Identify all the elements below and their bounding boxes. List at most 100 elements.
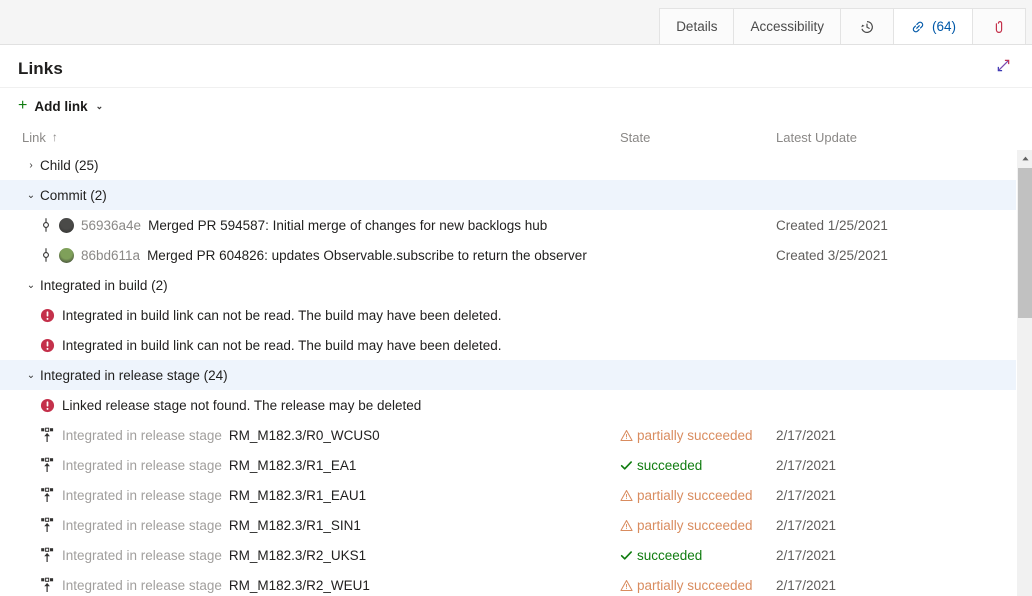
error-message: Integrated in build link can not be read…: [62, 308, 502, 323]
check-icon: [620, 549, 633, 562]
state-cell: partially succeeded: [620, 578, 776, 593]
link-cell: Linked release stage not found. The rele…: [40, 398, 620, 413]
tab-details[interactable]: Details: [659, 8, 734, 44]
check-icon: [620, 459, 633, 472]
release-stage-prefix: Integrated in release stage: [62, 578, 222, 593]
links-list-region: ›Child (25)⌄Commit (2) 56936a4e Merged PR …: [0, 150, 1032, 596]
link-row[interactable]: Integrated in release stage RM_M182.3/R1…: [0, 450, 1016, 480]
link-cell: Integrated in release stage RM_M182.3/R0…: [40, 427, 620, 443]
history-icon: [859, 19, 875, 35]
warning-triangle-icon: [620, 489, 633, 502]
sort-ascending-icon: ↑: [52, 130, 58, 144]
link-cell: 56936a4e Merged PR 594587: Initial merge …: [40, 217, 620, 233]
link-row[interactable]: Integrated in build link can not be read…: [0, 300, 1016, 330]
link-row[interactable]: Linked release stage not found. The rele…: [0, 390, 1016, 420]
error-message: Integrated in build link can not be read…: [62, 338, 502, 353]
link-row[interactable]: Integrated in release stage RM_M182.3/R2…: [0, 540, 1016, 570]
link-cell: Integrated in build link can not be read…: [40, 338, 620, 353]
page-title: Links: [18, 59, 63, 78]
link-cell: 86bd611aMerged PR 604826: updates Observ…: [40, 247, 620, 263]
commit-hash: 86bd611a: [81, 248, 140, 263]
scroll-up-button[interactable]: [1017, 150, 1032, 166]
column-header-latest-update[interactable]: Latest Update: [776, 130, 976, 145]
tab-64[interactable]: (64): [893, 8, 973, 44]
chevron-right-icon[interactable]: ›: [22, 160, 40, 171]
release-icon: [40, 547, 55, 563]
latest-update-cell: Created 1/25/2021: [776, 218, 976, 233]
release-stage-prefix: Integrated in release stage: [62, 488, 222, 503]
link-row[interactable]: Integrated in release stage RM_M182.3/R2…: [0, 570, 1016, 596]
status-badge: succeeded: [637, 548, 702, 563]
add-link-button[interactable]: + Add link ⌄: [18, 94, 109, 118]
status-badge: partially succeeded: [637, 518, 753, 533]
latest-update-cell: 2/17/2021: [776, 518, 976, 533]
release-stage-prefix: Integrated in release stage: [62, 428, 222, 443]
status-badge: partially succeeded: [637, 488, 753, 503]
links-panel-header: Links: [0, 45, 1032, 87]
link-row[interactable]: 56936a4e Merged PR 594587: Initial merge …: [0, 210, 1016, 240]
tab-history[interactable]: [840, 8, 894, 44]
chevron-down-icon[interactable]: ⌄: [22, 370, 40, 381]
link-row[interactable]: 86bd611aMerged PR 604826: updates Observ…: [0, 240, 1016, 270]
commit-icon: [40, 247, 52, 263]
tab-bar: Details Accessibility (64): [0, 0, 1032, 45]
release-icon: [40, 427, 55, 443]
release-stage-name: RM_M182.3/R1_EAU1: [229, 488, 366, 503]
group-header-row[interactable]: ⌄Integrated in build (2): [0, 270, 1016, 300]
expand-diagonal-icon[interactable]: [990, 52, 1016, 78]
link-row[interactable]: Integrated in release stage RM_M182.3/R0…: [0, 420, 1016, 450]
state-cell: partially succeeded: [620, 488, 776, 503]
link-cell: Integrated in build link can not be read…: [40, 308, 620, 323]
tab-attachment[interactable]: [972, 8, 1026, 44]
tab-label: Details: [676, 19, 717, 34]
column-header-link[interactable]: Link ↑: [22, 130, 620, 145]
link-row[interactable]: Integrated in release stage RM_M182.3/R1…: [0, 510, 1016, 540]
group-header-label: Integrated in release stage (24): [40, 368, 228, 383]
release-stage-name: RM_M182.3/R2_UKS1: [229, 548, 366, 563]
vertical-scrollbar[interactable]: [1016, 150, 1032, 596]
latest-update-cell: 2/17/2021: [776, 548, 976, 563]
attachment-icon: [991, 19, 1007, 35]
error-icon: [40, 338, 55, 353]
warning-triangle-icon: [620, 429, 633, 442]
link-row[interactable]: Integrated in release stage RM_M182.3/R1…: [0, 480, 1016, 510]
release-stage-prefix: Integrated in release stage: [62, 518, 222, 533]
group-header-label: Integrated in build (2): [40, 278, 168, 293]
release-stage-name: RM_M182.3/R0_WCUS0: [229, 428, 380, 443]
release-icon: [40, 487, 55, 503]
status-badge: partially succeeded: [637, 428, 753, 443]
tab-strip: Details Accessibility (64): [660, 0, 1032, 44]
status-badge: succeeded: [637, 458, 702, 473]
status-badge: partially succeeded: [637, 578, 753, 593]
state-cell: partially succeeded: [620, 518, 776, 533]
release-stage-prefix: Integrated in release stage: [62, 458, 222, 473]
chevron-down-icon[interactable]: ⌄: [22, 190, 40, 201]
release-icon: [40, 457, 55, 473]
release-icon: [40, 577, 55, 593]
link-row[interactable]: Integrated in build link can not be read…: [0, 330, 1016, 360]
warning-triangle-icon: [620, 519, 633, 532]
link-cell: Integrated in release stage RM_M182.3/R2…: [40, 577, 620, 593]
release-stage-name: RM_M182.3/R1_SIN1: [229, 518, 361, 533]
column-header-link-label: Link: [22, 130, 46, 145]
error-icon: [40, 398, 55, 413]
commit-message: Merged PR 594587: Initial merge of chang…: [148, 218, 547, 233]
tab-label: (64): [932, 19, 956, 34]
commit-hash: 56936a4e: [81, 218, 141, 233]
state-cell: partially succeeded: [620, 428, 776, 443]
warning-triangle-icon: [620, 579, 633, 592]
tab-accessibility[interactable]: Accessibility: [733, 8, 841, 44]
state-cell: succeeded: [620, 548, 776, 563]
link-cell: Integrated in release stage RM_M182.3/R2…: [40, 547, 620, 563]
column-header-state[interactable]: State: [620, 130, 776, 145]
release-icon: [40, 517, 55, 533]
plus-icon: +: [18, 98, 27, 114]
latest-update-cell: 2/17/2021: [776, 428, 976, 443]
group-header-row[interactable]: ›Child (25): [0, 150, 1016, 180]
group-header-row[interactable]: ⌄Commit (2): [0, 180, 1016, 210]
group-header-row[interactable]: ⌄Integrated in release stage (24): [0, 360, 1016, 390]
scrollbar-thumb[interactable]: [1018, 168, 1032, 318]
commit-icon: [40, 217, 52, 233]
chevron-down-icon[interactable]: ⌄: [22, 280, 40, 291]
column-headers: Link ↑ State Latest Update: [0, 124, 1032, 150]
